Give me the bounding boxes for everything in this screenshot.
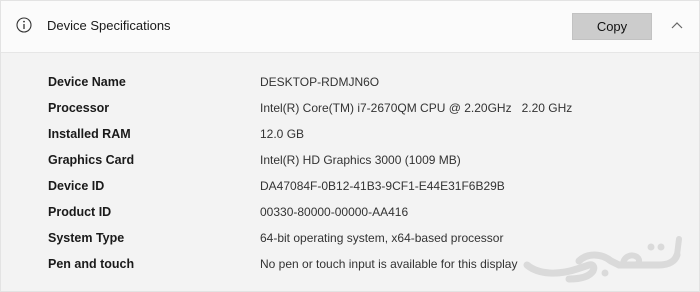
spec-value: Intel(R) Core(TM) i7-2670QM CPU @ 2.20GH… xyxy=(260,101,573,115)
chevron-up-icon[interactable] xyxy=(667,18,687,34)
spec-row-installed-ram: Installed RAM 12.0 GB xyxy=(1,121,699,147)
spec-row-device-id: Device ID DA47084F-0B12-41B3-9CF1-E44E31… xyxy=(1,173,699,199)
spec-value: 64-bit operating system, x64-based proce… xyxy=(260,231,504,245)
copy-button[interactable]: Copy xyxy=(572,13,652,40)
device-specifications-panel: Device Specifications Copy Device Name D… xyxy=(0,0,700,292)
spec-value: Intel(R) HD Graphics 3000 (1009 MB) xyxy=(260,153,461,167)
spec-label: Product ID xyxy=(48,205,112,219)
spec-row-graphics-card: Graphics Card Intel(R) HD Graphics 3000 … xyxy=(1,147,699,173)
spec-row-product-id: Product ID 00330-80000-00000-AA416 xyxy=(1,199,699,225)
spec-value: 00330-80000-00000-AA416 xyxy=(260,205,409,219)
spec-row-device-name: Device Name DESKTOP-RDMJN6O xyxy=(1,69,699,95)
section-title: Device Specifications xyxy=(47,18,171,33)
spec-label: Device ID xyxy=(48,179,105,193)
spec-label: Device Name xyxy=(48,75,126,89)
spec-label: Pen and touch xyxy=(48,257,135,271)
spec-value: DA47084F-0B12-41B3-9CF1-E44E31F6B29B xyxy=(260,179,505,193)
spec-label: System Type xyxy=(48,231,125,245)
spec-label: Installed RAM xyxy=(48,127,131,141)
spec-value: 12.0 GB xyxy=(260,127,305,141)
spec-value: DESKTOP-RDMJN6O xyxy=(260,75,380,89)
spec-value: No pen or touch input is available for t… xyxy=(260,257,518,271)
spec-label: Graphics Card xyxy=(48,153,135,167)
info-icon xyxy=(16,17,32,33)
device-specifications-header[interactable]: Device Specifications Copy xyxy=(1,1,699,53)
spec-row-processor: Processor Intel(R) Core(TM) i7-2670QM CP… xyxy=(1,95,699,121)
spec-label: Processor xyxy=(48,101,110,115)
haraj-watermark xyxy=(523,236,682,283)
